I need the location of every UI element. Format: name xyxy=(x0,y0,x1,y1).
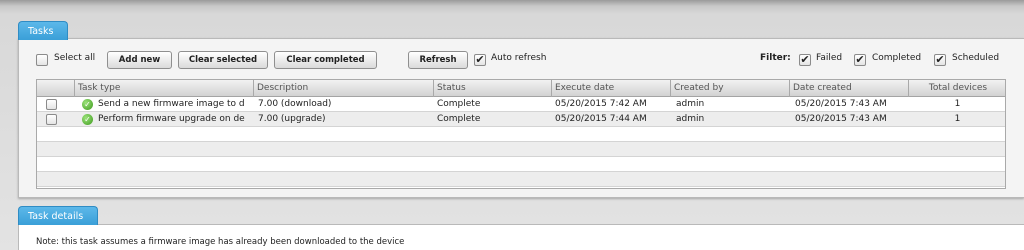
empty-row xyxy=(37,157,1005,172)
add-new-button[interactable]: Add new xyxy=(107,51,172,69)
task-details-panel: Note: this task assumes a firmware image… xyxy=(18,224,1024,250)
check-circle-icon: ✓ xyxy=(82,114,93,125)
select-all-label: Select all xyxy=(54,53,96,63)
table-row[interactable]: ✓ Perform firmware upgrade on de 7.00 (u… xyxy=(37,112,1005,127)
header-date-created[interactable]: Date created xyxy=(789,80,908,97)
cell-created-by: admin xyxy=(676,99,705,109)
filter-failed-checkbox[interactable]: ✔ xyxy=(799,54,811,66)
auto-refresh-label: Auto refresh xyxy=(491,53,547,63)
header-execute-date[interactable]: Execute date xyxy=(551,80,670,97)
tab-tasks[interactable]: Tasks xyxy=(18,21,69,40)
tasks-panel: Select all Add new Clear selected Clear … xyxy=(18,38,1024,198)
filter-label: Filter: xyxy=(760,53,791,63)
auto-refresh-checkbox[interactable]: ✔ xyxy=(474,54,486,66)
cell-status: Complete xyxy=(437,114,481,124)
header-total-devices[interactable]: Total devices xyxy=(908,80,1005,97)
task-details-note: Note: this task assumes a firmware image… xyxy=(36,237,405,247)
checkmark-icon: ✔ xyxy=(800,53,810,66)
header-created-by[interactable]: Created by xyxy=(670,80,789,97)
filter-scheduled-checkbox[interactable]: ✔ xyxy=(934,54,946,66)
clear-selected-button[interactable]: Clear selected xyxy=(178,51,268,69)
cell-execute-date: 05/20/2015 7:44 AM xyxy=(555,114,647,124)
cell-description: 7.00 (download) xyxy=(258,99,332,109)
cell-date-created: 05/20/2015 7:43 AM xyxy=(795,99,887,109)
header-description[interactable]: Description xyxy=(253,80,433,97)
tasks-toolbar: Select all Add new Clear selected Clear … xyxy=(19,51,1024,69)
tasks-table: Task type Description Status Execute dat… xyxy=(36,79,1006,189)
filter-completed-checkbox[interactable]: ✔ xyxy=(854,54,866,66)
row-checkbox[interactable] xyxy=(46,114,57,125)
empty-row xyxy=(37,127,1005,142)
cell-date-created: 05/20/2015 7:43 AM xyxy=(795,114,887,124)
clear-completed-button[interactable]: Clear completed xyxy=(274,51,377,69)
cell-created-by: admin xyxy=(676,114,705,124)
filter-failed-label: Failed xyxy=(816,53,843,63)
table-row[interactable]: ✓ Send a new firmware image to d 7.00 (d… xyxy=(37,97,1005,112)
row-checkbox[interactable] xyxy=(46,99,57,110)
check-circle-icon: ✓ xyxy=(82,99,93,110)
refresh-button[interactable]: Refresh xyxy=(408,51,468,69)
filter-completed-label: Completed xyxy=(872,53,922,63)
cell-status: Complete xyxy=(437,99,481,109)
select-all-checkbox[interactable] xyxy=(36,54,48,66)
header-task-type[interactable]: Task type xyxy=(74,80,253,97)
cell-description: 7.00 (upgrade) xyxy=(258,114,326,124)
cell-task-type: Send a new firmware image to d xyxy=(98,99,245,109)
table-header: Task type Description Status Execute dat… xyxy=(37,80,1005,97)
filter-scheduled-label: Scheduled xyxy=(952,53,1000,63)
checkmark-icon: ✔ xyxy=(855,53,865,66)
header-status[interactable]: Status xyxy=(433,80,551,97)
cell-execute-date: 05/20/2015 7:42 AM xyxy=(555,99,647,109)
header-select xyxy=(37,80,74,97)
checkmark-icon: ✔ xyxy=(935,53,945,66)
checkmark-icon: ✔ xyxy=(475,53,485,66)
cell-total-devices: 1 xyxy=(954,99,961,109)
cell-task-type: Perform firmware upgrade on de xyxy=(98,114,245,124)
cell-total-devices: 1 xyxy=(954,114,961,124)
tab-task-details[interactable]: Task details xyxy=(18,206,99,225)
empty-row xyxy=(37,142,1005,157)
empty-row xyxy=(37,172,1005,187)
